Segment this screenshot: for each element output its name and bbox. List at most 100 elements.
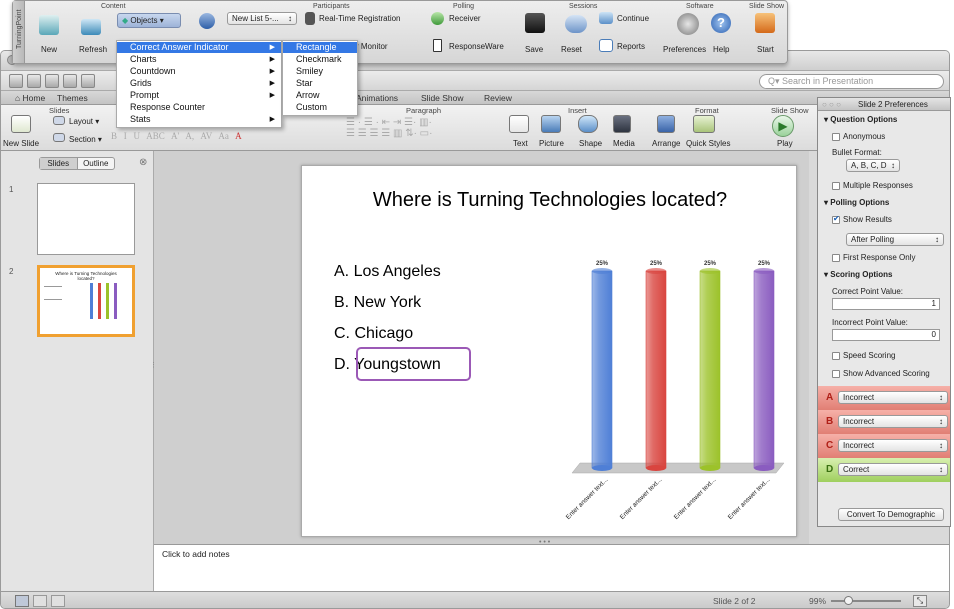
reset-button[interactable]: Reset (561, 45, 582, 54)
tab-themes[interactable]: Themes (57, 93, 88, 103)
start-slideshow-icon[interactable] (755, 13, 775, 33)
show-advanced-scoring-checkbox[interactable]: Show Advanced Scoring (832, 369, 930, 378)
text-box-icon[interactable] (509, 115, 529, 133)
refresh-icon[interactable] (81, 19, 101, 35)
incorrect-point-input[interactable]: 0 (832, 329, 940, 341)
menu-item-prompt[interactable]: Prompt ▶ (117, 90, 281, 101)
arrange-icon[interactable] (657, 115, 675, 133)
correct-answer-indicator[interactable] (356, 347, 471, 381)
search-input[interactable]: Q▾ Search in Presentation (759, 74, 944, 89)
bullet-format-select[interactable]: A, B, C, D ↕ (846, 159, 900, 172)
submenu-item-checkmark[interactable]: Checkmark (283, 54, 357, 65)
reports-button[interactable]: Reports (617, 42, 645, 51)
results-chart[interactable]: 25% Enter answer text... 25% Enter answer t… (562, 251, 792, 534)
menu-item-stats[interactable]: Stats ▶ (117, 114, 281, 125)
scoring-options-header[interactable]: ▾ Scoring Options (824, 270, 892, 279)
shape-icon[interactable] (578, 115, 598, 133)
new-document-icon[interactable] (9, 74, 23, 88)
notes-pane[interactable]: Click to add notes (154, 544, 949, 591)
menu-item-correct-answer-indicator[interactable]: Correct Answer Indicator ▶ (117, 42, 281, 53)
preferences-button[interactable]: Preferences (663, 45, 706, 54)
anonymous-checkbox[interactable]: Anonymous (832, 132, 885, 141)
answer-b[interactable]: B. New York (334, 294, 421, 312)
new-slide-icon[interactable] (39, 15, 59, 35)
media-button[interactable]: Media (613, 139, 635, 148)
tab-review[interactable]: Review (484, 93, 512, 103)
menu-item-response-counter[interactable]: Response Counter (117, 102, 281, 113)
slide-thumbnail-1[interactable] (37, 183, 135, 255)
play-icon[interactable]: ▶ (772, 115, 794, 137)
multiple-responses-checkbox[interactable]: Multiple Responses (832, 181, 913, 190)
slide[interactable]: Where is Turning Technologies located? A… (301, 165, 797, 537)
new-slide-icon[interactable] (11, 115, 31, 133)
tab-slide-show[interactable]: Slide Show (421, 93, 464, 103)
convert-to-demographic-button[interactable]: Convert To Demographic (838, 508, 944, 521)
preferences-gear-icon[interactable] (677, 13, 699, 35)
quick-styles-icon[interactable] (693, 115, 715, 133)
normal-view-icon[interactable] (15, 595, 29, 607)
show-results-checkbox[interactable]: Show Results (832, 214, 892, 224)
answer-c-correctness-select[interactable]: Incorrect ↕ (838, 439, 948, 452)
responseware-button[interactable]: ResponseWare (449, 42, 504, 51)
zoom-slider-thumb[interactable] (844, 596, 853, 605)
save-icon[interactable] (63, 74, 77, 88)
answer-c[interactable]: C. Chicago (334, 325, 413, 343)
objects-dropdown-button[interactable]: ◆ Objects ▾ (117, 13, 181, 28)
menu-item-grids[interactable]: Grids ▶ (117, 78, 281, 89)
participant-list-select[interactable]: New List 5-... ↕ (227, 12, 297, 25)
slide-sorter-icon[interactable] (33, 595, 47, 607)
open-icon[interactable] (45, 74, 59, 88)
media-icon[interactable] (613, 115, 631, 133)
submenu-item-arrow[interactable]: Arrow (283, 90, 357, 101)
close-pane-icon[interactable]: ⊗ (139, 157, 147, 168)
submenu-item-custom[interactable]: Custom (283, 102, 357, 113)
refresh-button[interactable]: Refresh (79, 45, 107, 54)
window-buttons-icon[interactable]: ○ ○ ○ (822, 100, 841, 109)
help-icon[interactable]: ? (711, 13, 731, 33)
slideshow-view-icon[interactable] (51, 595, 65, 607)
participant-icon[interactable] (199, 13, 215, 29)
slide-title[interactable]: Where is Turning Technologies located? (342, 186, 758, 215)
slide-thumbnail-2[interactable]: Where is Turning Technologies located? (37, 265, 135, 337)
play-button[interactable]: Play (777, 139, 793, 148)
tab-animations[interactable]: Animations (356, 93, 398, 103)
submenu-item-star[interactable]: Star (283, 78, 357, 89)
participant-monitor-button[interactable]: r Monitor (356, 42, 388, 51)
polling-options-header[interactable]: ▾ Polling Options (824, 198, 889, 207)
first-response-only-checkbox[interactable]: First Response Only (832, 253, 915, 262)
answer-b-correctness-select[interactable]: Incorrect ↕ (838, 415, 948, 428)
templates-icon[interactable] (27, 74, 41, 88)
menu-item-charts[interactable]: Charts ▶ (117, 54, 281, 65)
save-session-icon[interactable] (525, 13, 545, 33)
submenu-item-rectangle[interactable]: Rectangle (283, 42, 357, 53)
menu-item-countdown[interactable]: Countdown ▶ (117, 66, 281, 77)
tab-home[interactable]: ⌂ Home (15, 93, 45, 103)
answer-d-correctness-select[interactable]: Correct ↕ (838, 463, 948, 476)
correct-point-input[interactable]: 1 (832, 298, 940, 310)
fit-to-window-icon[interactable]: ⤡ (913, 595, 927, 607)
zoom-slider[interactable] (831, 600, 901, 602)
reset-icon[interactable] (565, 15, 587, 33)
new-slide-button[interactable]: New Slide (3, 139, 39, 148)
tab-outline[interactable]: Outline (78, 158, 115, 169)
print-icon[interactable] (81, 74, 95, 88)
start-button[interactable]: Start (757, 45, 774, 54)
continue-button[interactable]: Continue (617, 14, 649, 23)
answer-a-correctness-select[interactable]: Incorrect ↕ (838, 391, 948, 404)
section-button[interactable]: Section ▾ (69, 135, 102, 144)
arrange-button[interactable]: Arrange (652, 139, 680, 148)
help-button[interactable]: Help (713, 45, 729, 54)
answer-a[interactable]: A. Los Angeles (334, 263, 441, 281)
real-time-registration-button[interactable]: Real-Time Registration (319, 14, 401, 23)
shape-button[interactable]: Shape (579, 139, 602, 148)
new-button[interactable]: New (41, 45, 57, 54)
picture-icon[interactable] (541, 115, 561, 133)
quick-styles-button[interactable]: Quick Styles (686, 139, 730, 148)
save-button[interactable]: Save (525, 45, 543, 54)
speed-scoring-checkbox[interactable]: Speed Scoring (832, 351, 895, 360)
receiver-button[interactable]: Receiver (449, 14, 481, 23)
question-options-header[interactable]: ▾ Question Options (824, 115, 897, 124)
tab-slides[interactable]: Slides (40, 158, 78, 169)
show-results-timing-select[interactable]: After Polling ↕ (846, 233, 944, 246)
picture-button[interactable]: Picture (539, 139, 564, 148)
